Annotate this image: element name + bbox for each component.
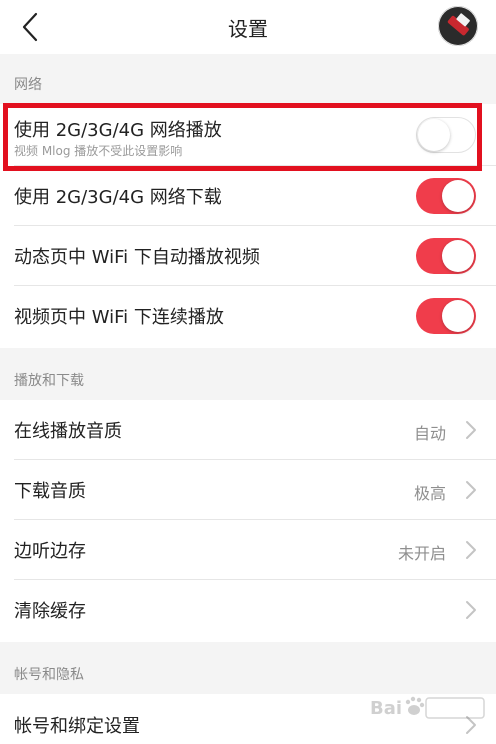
setting-play-mobile-network[interactable]: 使用 2G/3G/4G 网络播放 视频 Mlog 播放不受此设置影响 <box>0 104 496 166</box>
setting-value: 未开启 <box>397 544 446 563</box>
section-title: 播放和下载 <box>14 373 84 389</box>
page-title: 设置 <box>228 17 268 41</box>
toggle-switch-on[interactable] <box>416 238 476 274</box>
section-title: 网络 <box>14 77 42 93</box>
avatar-image <box>439 7 477 45</box>
setting-online-quality[interactable]: 在线播放音质 自动 <box>0 400 496 460</box>
section-header-playback: 播放和下载 <box>0 348 496 400</box>
setting-label: 清除缓存 <box>14 601 86 622</box>
toggle-knob <box>418 119 450 151</box>
section-header-network: 网络 <box>0 54 496 104</box>
toggle-knob <box>442 240 474 272</box>
setting-video-continuous-wifi[interactable]: 视频页中 WiFi 下连续播放 <box>0 286 496 348</box>
chevron-right-icon <box>466 601 476 619</box>
avatar[interactable] <box>438 6 478 46</box>
chevron-right-icon <box>466 541 476 559</box>
svg-text:Bai: Bai <box>370 698 402 719</box>
toggle-switch-off[interactable] <box>416 117 476 153</box>
setting-value: 极高 <box>413 484 446 503</box>
chevron-right-icon <box>466 481 476 499</box>
navigation-bar: 设置 <box>0 0 496 54</box>
setting-sublabel: 视频 Mlog 播放不受此设置影响 <box>14 144 183 158</box>
setting-label: 边听边存 <box>14 541 86 562</box>
toggle-switch-on[interactable] <box>416 298 476 334</box>
toggle-knob <box>442 300 474 332</box>
setting-label: 动态页中 WiFi 下自动播放视频 <box>14 247 260 268</box>
setting-cache-while-listening[interactable]: 边听边存 未开启 <box>0 520 496 580</box>
setting-label: 视频页中 WiFi 下连续播放 <box>14 307 224 328</box>
setting-label: 使用 2G/3G/4G 网络播放 <box>14 120 222 141</box>
setting-feed-autoplay-wifi[interactable]: 动态页中 WiFi 下自动播放视频 <box>0 226 496 286</box>
chevron-right-icon <box>466 421 476 439</box>
section-title: 帐号和隐私 <box>14 667 84 683</box>
toggle-knob <box>442 180 474 212</box>
toggle-switch-on[interactable] <box>416 178 476 214</box>
setting-download-mobile-network[interactable]: 使用 2G/3G/4G 网络下载 <box>0 166 496 226</box>
setting-download-quality[interactable]: 下载音质 极高 <box>0 460 496 520</box>
setting-label: 在线播放音质 <box>14 421 122 442</box>
setting-value: 自动 <box>413 424 446 443</box>
section-header-account: 帐号和隐私 <box>0 642 496 694</box>
setting-label: 帐号和绑定设置 <box>14 716 140 737</box>
setting-label: 下载音质 <box>14 481 86 502</box>
setting-label: 使用 2G/3G/4G 网络下载 <box>14 187 222 208</box>
setting-clear-cache[interactable]: 清除缓存 <box>0 580 496 642</box>
watermark-logo: Bai <box>370 696 485 719</box>
